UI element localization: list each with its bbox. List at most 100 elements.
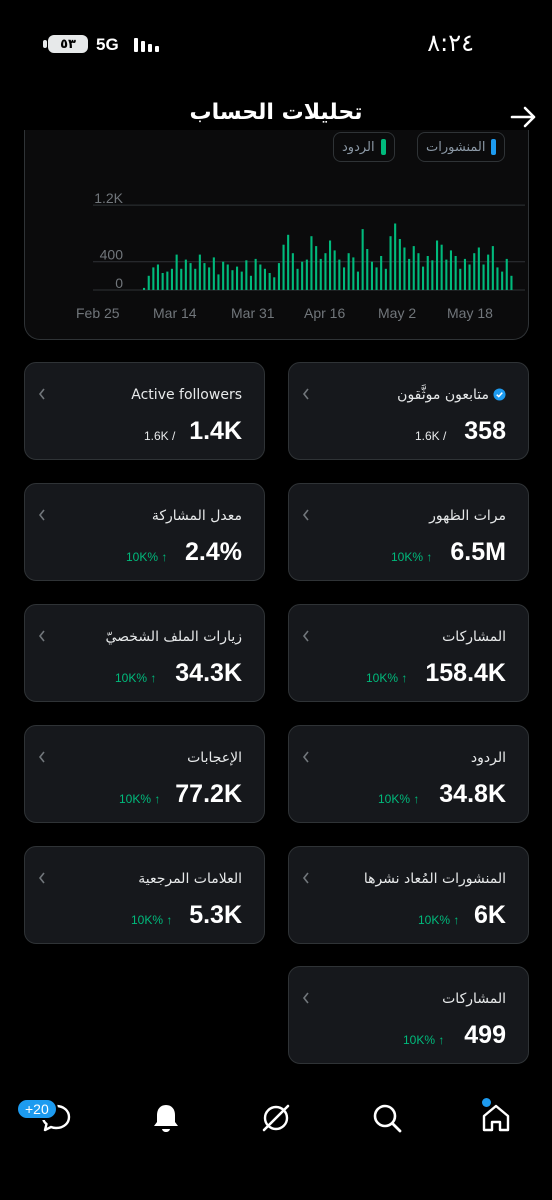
- legend-posts[interactable]: المنشورات: [417, 132, 506, 162]
- card-label: الإعجابات: [187, 750, 242, 766]
- chart-bar: [217, 274, 220, 290]
- chevron-left-icon: [38, 751, 45, 763]
- card-value: 158.4K: [425, 659, 506, 687]
- chart-bar: [291, 253, 294, 290]
- card-value: 499: [464, 1021, 506, 1049]
- x-tick-label: Apr 16: [304, 305, 345, 321]
- chart-bar: [352, 257, 355, 290]
- y-tick-label: 1.2K: [94, 190, 123, 206]
- card-replies[interactable]: الردود 34.8K 10K% ↑: [288, 725, 529, 823]
- card-change: 10K% ↑: [131, 913, 173, 927]
- card-label: المشاركات: [442, 629, 506, 645]
- chart-bar: [347, 253, 350, 290]
- card-shares[interactable]: المشاركات 499 10K% ↑: [288, 966, 529, 1064]
- chart-bar: [245, 260, 248, 290]
- chart-bar: [487, 254, 490, 290]
- card-label: Active followers: [131, 387, 242, 403]
- chart-bar: [445, 259, 448, 290]
- x-tick-label: Mar 31: [231, 305, 275, 321]
- chevron-left-icon: [302, 992, 309, 1004]
- card-value: 5.3K: [189, 901, 242, 929]
- battery-indicator: ٥٣: [43, 35, 88, 53]
- card-label: العلامات المرجعية: [138, 871, 242, 887]
- chart-bar: [212, 257, 215, 290]
- card-engagement-rate[interactable]: معدل المشاركة 2.4% 10K% ↑: [24, 483, 265, 581]
- notifications-bell-icon[interactable]: [148, 1100, 184, 1136]
- card-change: 10K% ↑: [378, 792, 420, 806]
- card-change: 10K% ↑: [391, 550, 433, 564]
- chart-bar: [338, 259, 341, 290]
- card-label: المنشورات المُعاد نشرها: [363, 871, 506, 887]
- chevron-left-icon: [302, 630, 309, 642]
- card-label: معدل المشاركة: [151, 508, 242, 524]
- chart-bar: [440, 244, 443, 290]
- chart-bar: [259, 264, 262, 290]
- messages-count-badge: +20: [16, 1098, 58, 1120]
- chart-bar: [431, 260, 434, 290]
- legend-posts-swatch: [491, 139, 497, 155]
- chart-bar: [398, 239, 401, 290]
- chart-bar: [468, 264, 471, 290]
- chart-bar: [305, 259, 308, 290]
- chart-bar: [408, 258, 411, 290]
- chart-bar: [482, 264, 485, 290]
- chart-bar: [240, 271, 243, 290]
- card-likes[interactable]: الإعجابات 77.2K 10K% ↑: [24, 725, 265, 823]
- chart-bar: [394, 223, 397, 290]
- chart-bar: [426, 256, 429, 290]
- chart-bar: [166, 271, 169, 290]
- chart-bar: [203, 263, 206, 290]
- chevron-left-icon: [38, 872, 45, 884]
- home-notification-dot: [482, 1098, 491, 1107]
- chart-bar: [380, 256, 383, 290]
- chart-bar: [282, 244, 285, 290]
- chart-bar: [273, 277, 276, 290]
- network-type: 5G: [96, 35, 119, 54]
- chart-bar: [268, 273, 271, 290]
- chart-bar: [501, 271, 504, 290]
- card-change: 10K% ↑: [366, 671, 408, 685]
- chart-bar: [375, 267, 378, 290]
- card-label: مرات الظهور: [429, 508, 506, 524]
- chevron-left-icon: [38, 630, 45, 642]
- chart-bar: [170, 268, 173, 290]
- chart-bar: [254, 258, 257, 290]
- x-tick-label: May 2: [378, 305, 416, 321]
- analytics-chart-card: 0 400 1.2K Feb 25 Mar 14 Mar 31 Apr 16 May 2 May…: [24, 130, 529, 340]
- chart-bar: [194, 268, 197, 290]
- legend-replies[interactable]: الردود: [333, 132, 395, 162]
- x-tick-label: Mar 14: [153, 305, 197, 321]
- chart-bar: [198, 254, 201, 290]
- chart-bar: [324, 253, 327, 290]
- grok-icon[interactable]: [258, 1100, 294, 1136]
- x-tick-label: Feb 25: [76, 305, 120, 321]
- chart-bar: [189, 263, 192, 290]
- chart-bar: [356, 271, 359, 290]
- chart-bar: [287, 234, 290, 290]
- chart-bar: [231, 270, 234, 290]
- clock: ٨:٢٤: [427, 29, 474, 57]
- card-value: 34.8K: [439, 780, 506, 808]
- card-bookmarks[interactable]: العلامات المرجعية 5.3K 10K% ↑: [24, 846, 265, 944]
- card-profile-visits[interactable]: زيارات الملف الشخصيّ 34.3K 10K% ↑: [24, 604, 265, 702]
- back-arrow-icon[interactable]: [508, 102, 538, 132]
- y-tick-label: 0: [115, 275, 123, 291]
- card-engagements[interactable]: المشاركات 158.4K 10K% ↑: [288, 604, 529, 702]
- chart-bar: [143, 287, 146, 290]
- card-impressions[interactable]: مرات الظهور 6.5M 10K% ↑: [288, 483, 529, 581]
- chart-bar: [333, 250, 336, 290]
- card-label: متابعون موثَّقون: [397, 387, 506, 403]
- card-active-followers[interactable]: Active followers 1.4K 1.6K /: [24, 362, 265, 460]
- card-value: 1.4K: [189, 417, 242, 445]
- legend-replies-swatch: [380, 139, 386, 155]
- chevron-left-icon: [302, 388, 309, 400]
- chart-bar: [412, 246, 415, 290]
- chevron-left-icon: [302, 872, 309, 884]
- card-change: 10K% ↑: [403, 1033, 445, 1047]
- card-reposts[interactable]: المنشورات المُعاد نشرها 6K 10K% ↑: [288, 846, 529, 944]
- search-icon[interactable]: [369, 1100, 405, 1136]
- chart-bar: [463, 258, 466, 290]
- card-verified-followers[interactable]: متابعون موثَّقون 358 1.6K /: [288, 362, 529, 460]
- chart-bar: [389, 236, 392, 290]
- chart-bar: [449, 250, 452, 290]
